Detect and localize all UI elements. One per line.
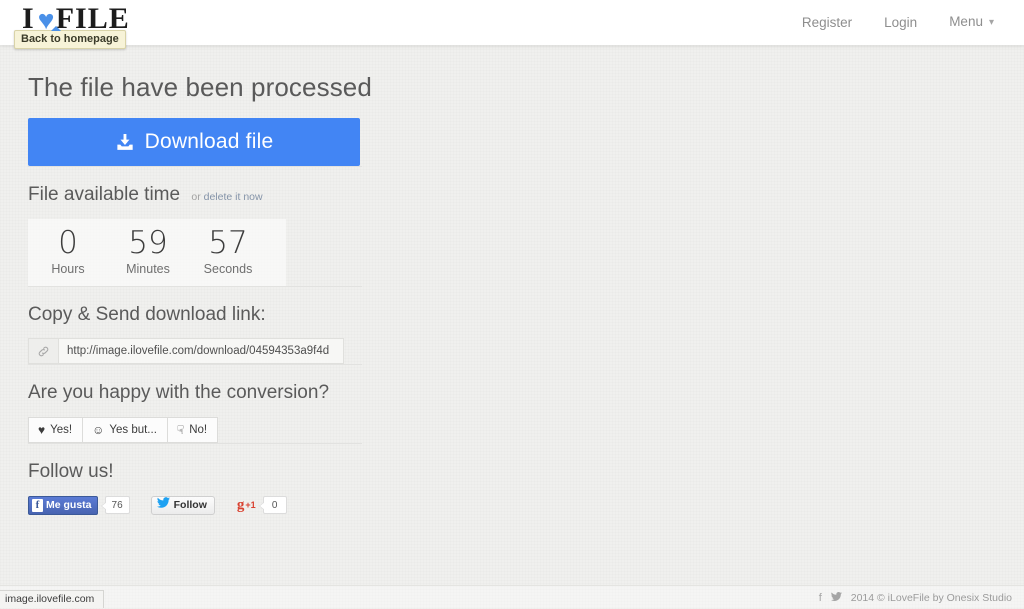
twitter-icon[interactable] xyxy=(830,591,842,604)
google-plus-one-count: 0 xyxy=(258,496,287,514)
google-plus-one-label: +1 xyxy=(245,500,256,510)
countdown-minutes-label: Minutes xyxy=(126,262,170,276)
google-plus-one-widget[interactable]: g +1 0 xyxy=(237,496,287,515)
twitter-follow-button[interactable]: Follow xyxy=(150,495,215,515)
delete-it-now-link[interactable]: delete it now xyxy=(204,191,263,203)
countdown-seconds-value: 57 xyxy=(208,225,248,261)
feedback-no-label: No! xyxy=(189,424,208,436)
facebook-like-button[interactable]: f Me gusta xyxy=(28,495,98,515)
feedback-button-group: ♥ Yes! ☺ Yes but... ☟ No! xyxy=(28,417,388,443)
feedback-yes-but-button[interactable]: ☺ Yes but... xyxy=(82,417,167,443)
browser-status-bar: image.ilovefile.com xyxy=(0,590,105,608)
feedback-no-button[interactable]: ☟ No! xyxy=(166,417,219,443)
page-content: The file have been processed Download fi… xyxy=(0,45,1024,585)
nav-register-label: Register xyxy=(801,15,853,30)
feedback-yes-label: Yes! xyxy=(50,424,73,436)
download-link-input[interactable] xyxy=(58,338,344,364)
follow-us-title: Follow us! xyxy=(28,461,114,482)
share-link-title: Copy & Send download link: xyxy=(28,304,266,325)
countdown-minutes-value: 59 xyxy=(128,225,168,261)
download-link-group xyxy=(28,338,344,364)
thumbs-down-icon: ☟ xyxy=(176,423,185,437)
site-footer: f 2014 © iLoveFile by Onesix Studio xyxy=(0,585,1024,608)
chevron-down-icon: ▾ xyxy=(988,17,994,28)
nav-login-label: Login xyxy=(884,15,918,30)
smiley-icon: ☺ xyxy=(92,423,105,437)
download-file-button[interactable]: Download file xyxy=(28,118,360,166)
feedback-yes-button[interactable]: ♥ Yes! xyxy=(28,417,83,443)
nav-item-menu[interactable]: Menu ▾ xyxy=(933,0,1010,46)
nav-item-login[interactable]: Login xyxy=(868,0,933,45)
facebook-icon: f xyxy=(32,498,43,512)
nav-menu-label: Menu xyxy=(949,14,983,29)
countdown-timer: 0 Hours 59 Minutes 57 Seconds xyxy=(28,219,286,286)
link-icon xyxy=(28,338,58,364)
available-time-label: File available time xyxy=(28,184,181,205)
heart-icon: ♥ xyxy=(38,423,46,437)
countdown-minutes: 59 Minutes xyxy=(108,219,188,286)
facebook-like-widget: f Me gusta 76 xyxy=(28,495,130,515)
countdown-hours-value: 0 xyxy=(58,225,78,261)
facebook-like-count: 76 xyxy=(100,496,130,514)
countdown-seconds: 57 Seconds xyxy=(188,219,268,286)
tooltip-label: Back to homepage xyxy=(21,33,119,45)
footer-copyright: 2014 © iLoveFile by Onesix Studio xyxy=(850,591,1012,604)
feedback-title: Are you happy with the conversion? xyxy=(28,382,330,403)
nav-item-register[interactable]: Register xyxy=(786,0,868,45)
site-header: I♥FILE Back to homepage Register Login M… xyxy=(0,0,1024,49)
homepage-tooltip: Back to homepage xyxy=(14,26,126,49)
main-nav: Register Login Menu ▾ xyxy=(786,0,1010,45)
available-time-title: File available time or delete it now xyxy=(28,167,388,209)
countdown-hours: 0 Hours xyxy=(28,219,108,286)
facebook-like-label: Me gusta xyxy=(46,498,92,511)
twitter-icon xyxy=(156,496,170,515)
download-icon xyxy=(115,133,134,152)
download-button-label: Download file xyxy=(144,130,274,153)
delete-now-note: or delete it now xyxy=(191,191,262,203)
social-buttons-row: f Me gusta 76 Follow g +1 0 xyxy=(28,495,388,515)
google-plus-icon: g xyxy=(236,496,245,513)
feedback-yes-but-label: Yes but... xyxy=(109,424,157,436)
facebook-icon[interactable]: f xyxy=(819,592,822,604)
countdown-hours-label: Hours xyxy=(51,262,85,276)
or-text: or xyxy=(191,191,201,203)
page-title: The file have been processed xyxy=(28,72,372,102)
footer-right: f 2014 © iLoveFile by Onesix Studio xyxy=(819,586,1012,609)
twitter-follow-label: Follow xyxy=(173,498,207,511)
countdown-seconds-label: Seconds xyxy=(203,262,253,276)
content-column: The file have been processed Download fi… xyxy=(28,45,388,515)
